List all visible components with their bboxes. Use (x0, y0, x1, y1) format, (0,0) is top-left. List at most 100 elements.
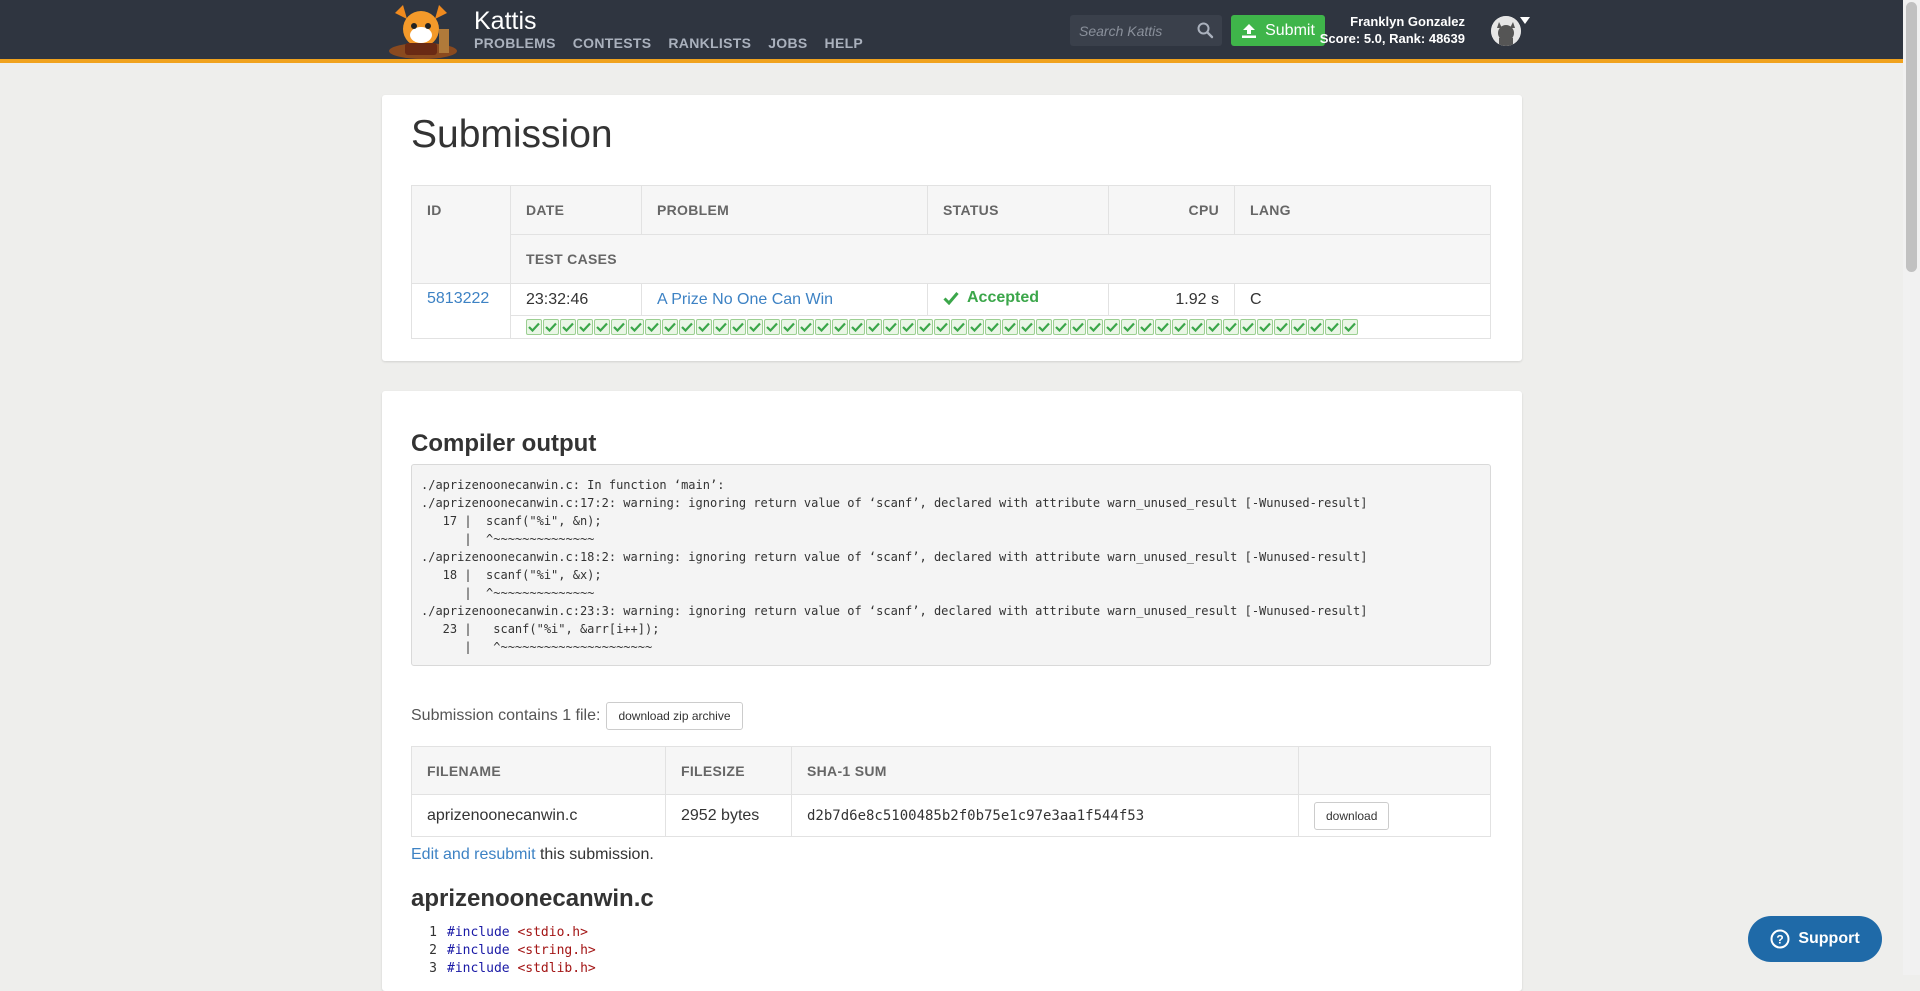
line-number: 2 (429, 943, 437, 958)
test-case-check-icon[interactable] (866, 319, 882, 335)
files-summary-text: Submission contains 1 file: (411, 707, 601, 724)
test-case-check-icon[interactable] (1036, 319, 1052, 335)
test-case-check-icon[interactable] (1308, 319, 1324, 335)
test-case-check-icon[interactable] (747, 319, 763, 335)
test-case-check-icon[interactable] (645, 319, 661, 335)
test-case-check-icon[interactable] (696, 319, 712, 335)
test-case-check-icon[interactable] (934, 319, 950, 335)
test-case-list (526, 319, 1475, 335)
test-case-check-icon[interactable] (1087, 319, 1103, 335)
submission-id-link[interactable]: 5813222 (427, 290, 489, 307)
test-case-check-icon[interactable] (968, 319, 984, 335)
test-case-check-icon[interactable] (1019, 319, 1035, 335)
source-code: 1 #include <stdio.h> 2 #include <string.… (411, 924, 596, 978)
test-case-check-icon[interactable] (1240, 319, 1256, 335)
test-case-check-icon[interactable] (1138, 319, 1154, 335)
download-button[interactable]: download (1314, 801, 1390, 830)
line-number: 3 (429, 961, 437, 976)
test-case-check-icon[interactable] (730, 319, 746, 335)
col-cpu: CPU (1108, 185, 1235, 235)
search-input[interactable] (1070, 15, 1188, 46)
test-case-check-icon[interactable] (1155, 319, 1171, 335)
test-case-check-icon[interactable] (1291, 319, 1307, 335)
code-directive: #include (447, 925, 510, 940)
code-line: 3 #include <stdlib.h> (411, 960, 596, 978)
code-directive: #include (447, 961, 510, 976)
col-actions (1298, 746, 1491, 795)
test-case-check-icon[interactable] (1274, 319, 1290, 335)
col-filesize: FILESIZE (665, 746, 792, 795)
test-case-check-icon[interactable] (798, 319, 814, 335)
problem-link[interactable]: A Prize No One Can Win (657, 291, 833, 308)
test-case-check-icon[interactable] (1104, 319, 1120, 335)
check-icon (943, 292, 959, 305)
test-case-check-icon[interactable] (1189, 319, 1205, 335)
test-case-check-icon[interactable] (815, 319, 831, 335)
test-case-check-icon[interactable] (1342, 319, 1358, 335)
test-case-check-icon[interactable] (594, 319, 610, 335)
nav-jobs[interactable]: JOBS (768, 35, 807, 51)
test-case-check-icon[interactable] (1206, 319, 1222, 335)
test-case-check-icon[interactable] (1223, 319, 1239, 335)
test-case-check-icon[interactable] (628, 319, 644, 335)
test-case-check-icon[interactable] (560, 319, 576, 335)
support-label: Support (1798, 930, 1860, 947)
language: C (1234, 283, 1491, 316)
test-case-check-icon[interactable] (900, 319, 916, 335)
submit-button[interactable]: Submit (1231, 15, 1325, 46)
test-case-check-icon[interactable] (679, 319, 695, 335)
avatar[interactable] (1491, 16, 1521, 46)
edit-resubmit-link[interactable]: Edit and resubmit (411, 846, 536, 863)
code-line: 1 #include <stdio.h> (411, 924, 596, 942)
brand-title[interactable]: Kattis (474, 7, 537, 36)
search-icon[interactable] (1196, 21, 1214, 39)
test-case-check-icon[interactable] (1172, 319, 1188, 335)
submission-card: Submission ID DATE PROBLEM STATUS CPU LA… (382, 95, 1522, 361)
kattis-logo[interactable] (383, 3, 463, 59)
test-case-check-icon[interactable] (1002, 319, 1018, 335)
col-problem: PROBLEM (641, 185, 928, 235)
top-navbar: Kattis PROBLEMS CONTESTS RANKLISTS JOBS … (0, 0, 1903, 63)
test-case-check-icon[interactable] (781, 319, 797, 335)
test-case-check-icon[interactable] (1257, 319, 1273, 335)
code-header: <stdio.h> (517, 925, 588, 940)
svg-text:?: ? (1777, 933, 1784, 947)
user-name[interactable]: Franklyn Gonzalez (1350, 14, 1465, 29)
nav-ranklists[interactable]: RANKLISTS (668, 35, 751, 51)
details-card: Compiler output ./aprizenoonecanwin.c: I… (382, 391, 1522, 991)
nav-contests[interactable]: CONTESTS (573, 35, 652, 51)
page-scrollbar[interactable] (1903, 0, 1920, 975)
test-case-check-icon[interactable] (917, 319, 933, 335)
download-zip-button[interactable]: download zip archive (606, 702, 743, 730)
test-case-check-icon[interactable] (1053, 319, 1069, 335)
test-case-check-icon[interactable] (1121, 319, 1137, 335)
test-case-check-icon[interactable] (713, 319, 729, 335)
status-text: Accepted (967, 289, 1040, 306)
nav-problems[interactable]: PROBLEMS (474, 35, 556, 51)
test-case-check-icon[interactable] (832, 319, 848, 335)
code-directive: #include (447, 943, 510, 958)
test-case-check-icon[interactable] (662, 319, 678, 335)
chevron-down-icon[interactable] (1520, 17, 1530, 25)
test-case-check-icon[interactable] (543, 319, 559, 335)
compiler-output: ./aprizenoonecanwin.c: In function ‘main… (411, 464, 1491, 666)
code-header: <string.h> (517, 943, 596, 958)
test-case-check-icon[interactable] (764, 319, 780, 335)
search-box (1070, 15, 1222, 46)
scrollbar-thumb[interactable] (1906, 2, 1917, 272)
test-case-check-icon[interactable] (1325, 319, 1341, 335)
test-case-check-icon[interactable] (1070, 319, 1086, 335)
test-case-check-icon[interactable] (883, 319, 899, 335)
test-case-check-icon[interactable] (951, 319, 967, 335)
test-case-check-icon[interactable] (985, 319, 1001, 335)
file-sha: d2b7d6e8c5100485b2f0b75e1c97e3aa1f544f53 (791, 794, 1299, 837)
test-case-check-icon[interactable] (611, 319, 627, 335)
file-size: 2952 bytes (665, 794, 792, 837)
support-button[interactable]: ? Support (1748, 916, 1882, 962)
code-header: <stdlib.h> (517, 961, 596, 976)
nav-help[interactable]: HELP (825, 35, 864, 51)
col-lang: LANG (1234, 185, 1491, 235)
test-case-check-icon[interactable] (849, 319, 865, 335)
test-case-check-icon[interactable] (526, 319, 542, 335)
test-case-check-icon[interactable] (577, 319, 593, 335)
